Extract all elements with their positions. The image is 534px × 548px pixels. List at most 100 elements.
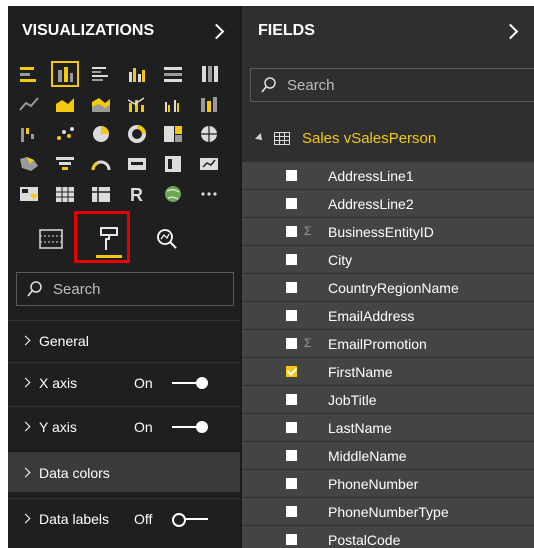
pie-chart-icon[interactable] (90, 124, 112, 144)
filled-map-icon[interactable] (18, 154, 40, 174)
field-checkbox[interactable] (286, 310, 297, 321)
x-axis-toggle[interactable] (172, 377, 208, 389)
clustered-column-chart-icon[interactable] (126, 64, 148, 84)
field-name: EmailAddress (328, 308, 415, 324)
field-row[interactable]: PhoneNumber (242, 470, 534, 498)
field-checkbox[interactable] (286, 450, 297, 461)
data-labels-toggle[interactable] (172, 513, 208, 527)
section-y-axis[interactable]: Y axis On (8, 406, 240, 446)
line-and-stacked-column-icon[interactable] (126, 94, 148, 114)
ribbon-chart-icon[interactable] (198, 94, 220, 114)
table-icon (274, 131, 290, 145)
field-row[interactable]: EmailAddress (242, 302, 534, 330)
section-data-labels[interactable]: Data labels Off (8, 498, 240, 538)
field-row[interactable]: JobTitle (242, 386, 534, 414)
section-general[interactable]: General (8, 320, 240, 360)
field-row[interactable]: PhoneNumberType (242, 498, 534, 526)
field-checkbox[interactable] (286, 254, 297, 265)
field-checkbox[interactable] (286, 226, 297, 237)
table-node[interactable]: Sales vSalesPerson (242, 124, 534, 152)
field-row[interactable]: CountryRegionName (242, 274, 534, 302)
field-checkbox[interactable] (286, 422, 297, 433)
field-checkbox[interactable] (286, 478, 297, 489)
format-search-input[interactable] (51, 279, 205, 299)
fields-search-input[interactable] (285, 75, 439, 95)
section-label: General (39, 332, 89, 349)
field-row[interactable]: LastName (242, 414, 534, 442)
matrix-icon[interactable] (90, 184, 112, 204)
field-row[interactable]: Σ BusinessEntityID (242, 218, 534, 246)
field-row[interactable]: FirstName (242, 358, 534, 386)
donut-chart-icon[interactable] (126, 124, 148, 144)
section-data-colors[interactable]: Data colors (8, 452, 240, 492)
field-checkbox[interactable] (286, 366, 297, 377)
field-row[interactable]: City (242, 246, 534, 274)
field-checkbox[interactable] (286, 534, 297, 545)
treemap-icon[interactable] (162, 124, 184, 144)
y-axis-toggle[interactable] (172, 421, 208, 433)
card-icon[interactable] (126, 154, 148, 174)
slicer-icon[interactable] (18, 184, 40, 204)
table-icon[interactable] (54, 184, 76, 204)
line-and-clustered-column-icon[interactable] (162, 94, 184, 114)
collapse-chevron-icon[interactable] (208, 23, 225, 39)
field-name: PostalCode (328, 532, 401, 548)
analytics-magnifier-icon[interactable] (150, 222, 184, 256)
field-name: City (328, 252, 353, 268)
field-name: BusinessEntityID (328, 224, 434, 240)
field-name: FirstName (328, 364, 393, 380)
sigma-icon: Σ (304, 224, 312, 238)
section-label: Data colors (39, 464, 110, 481)
section-x-axis[interactable]: X axis On (8, 362, 240, 402)
field-row[interactable]: MiddleName (242, 442, 534, 470)
waterfall-chart-icon[interactable] (18, 124, 40, 144)
stacked-column-chart-icon[interactable] (51, 61, 79, 87)
expand-chevron-icon (20, 513, 31, 524)
field-checkbox[interactable] (286, 170, 297, 181)
fields-search-box[interactable] (250, 68, 534, 102)
expand-triangle-icon[interactable] (255, 133, 265, 143)
toggle-state-label: On (134, 418, 153, 435)
collapse-chevron-icon[interactable] (502, 23, 519, 39)
search-icon (261, 77, 276, 93)
fields-header: FIELDS (242, 6, 534, 56)
field-row[interactable]: AddressLine2 (242, 190, 534, 218)
fields-pane: FIELDS Sales vSalesPerson AddressLine1Ad… (240, 6, 534, 548)
format-search-box[interactable] (16, 272, 234, 306)
format-paint-roller-icon[interactable] (92, 222, 126, 258)
line-chart-icon[interactable] (18, 94, 40, 114)
stacked-area-chart-icon[interactable] (90, 94, 112, 114)
field-checkbox[interactable] (286, 394, 297, 405)
field-checkbox[interactable] (286, 282, 297, 293)
funnel-icon[interactable] (54, 154, 76, 174)
visualizations-header: VISUALIZATIONS (8, 6, 240, 56)
field-row[interactable]: AddressLine1 (242, 162, 534, 190)
kpi-icon[interactable] (198, 154, 220, 174)
scatter-chart-icon[interactable] (54, 124, 76, 144)
fields-well-icon[interactable] (34, 222, 68, 256)
100-percent-bar-chart-icon[interactable] (162, 64, 184, 84)
visualizations-title: VISUALIZATIONS (22, 22, 155, 39)
field-name: PhoneNumberType (328, 504, 449, 520)
r-script-visual-icon[interactable]: R (126, 184, 148, 204)
field-checkbox[interactable] (286, 198, 297, 209)
expand-chevron-icon (20, 377, 31, 388)
field-row[interactable]: PostalCode (242, 526, 534, 548)
table-name: Sales vSalesPerson (302, 129, 437, 147)
multi-row-card-icon[interactable] (162, 154, 184, 174)
more-options-icon[interactable] (198, 184, 220, 204)
clustered-bar-chart-icon[interactable] (90, 64, 112, 84)
pane-tools (8, 212, 240, 266)
gauge-icon[interactable] (90, 154, 112, 174)
100-percent-column-chart-icon[interactable] (198, 64, 220, 84)
field-row[interactable]: Σ EmailPromotion (242, 330, 534, 358)
map-icon[interactable] (198, 124, 220, 144)
field-checkbox[interactable] (286, 506, 297, 517)
toggle-state-label: On (134, 374, 153, 391)
globe-icon[interactable] (162, 184, 184, 204)
field-list: AddressLine1 AddressLine2 Σ BusinessEntityI… (242, 162, 534, 548)
field-checkbox[interactable] (286, 338, 297, 349)
stacked-bar-chart-icon[interactable] (18, 64, 40, 84)
power-bi-panes: VISUALIZATIONS R Search General X axis O… (8, 6, 534, 548)
area-chart-icon[interactable] (54, 94, 76, 114)
